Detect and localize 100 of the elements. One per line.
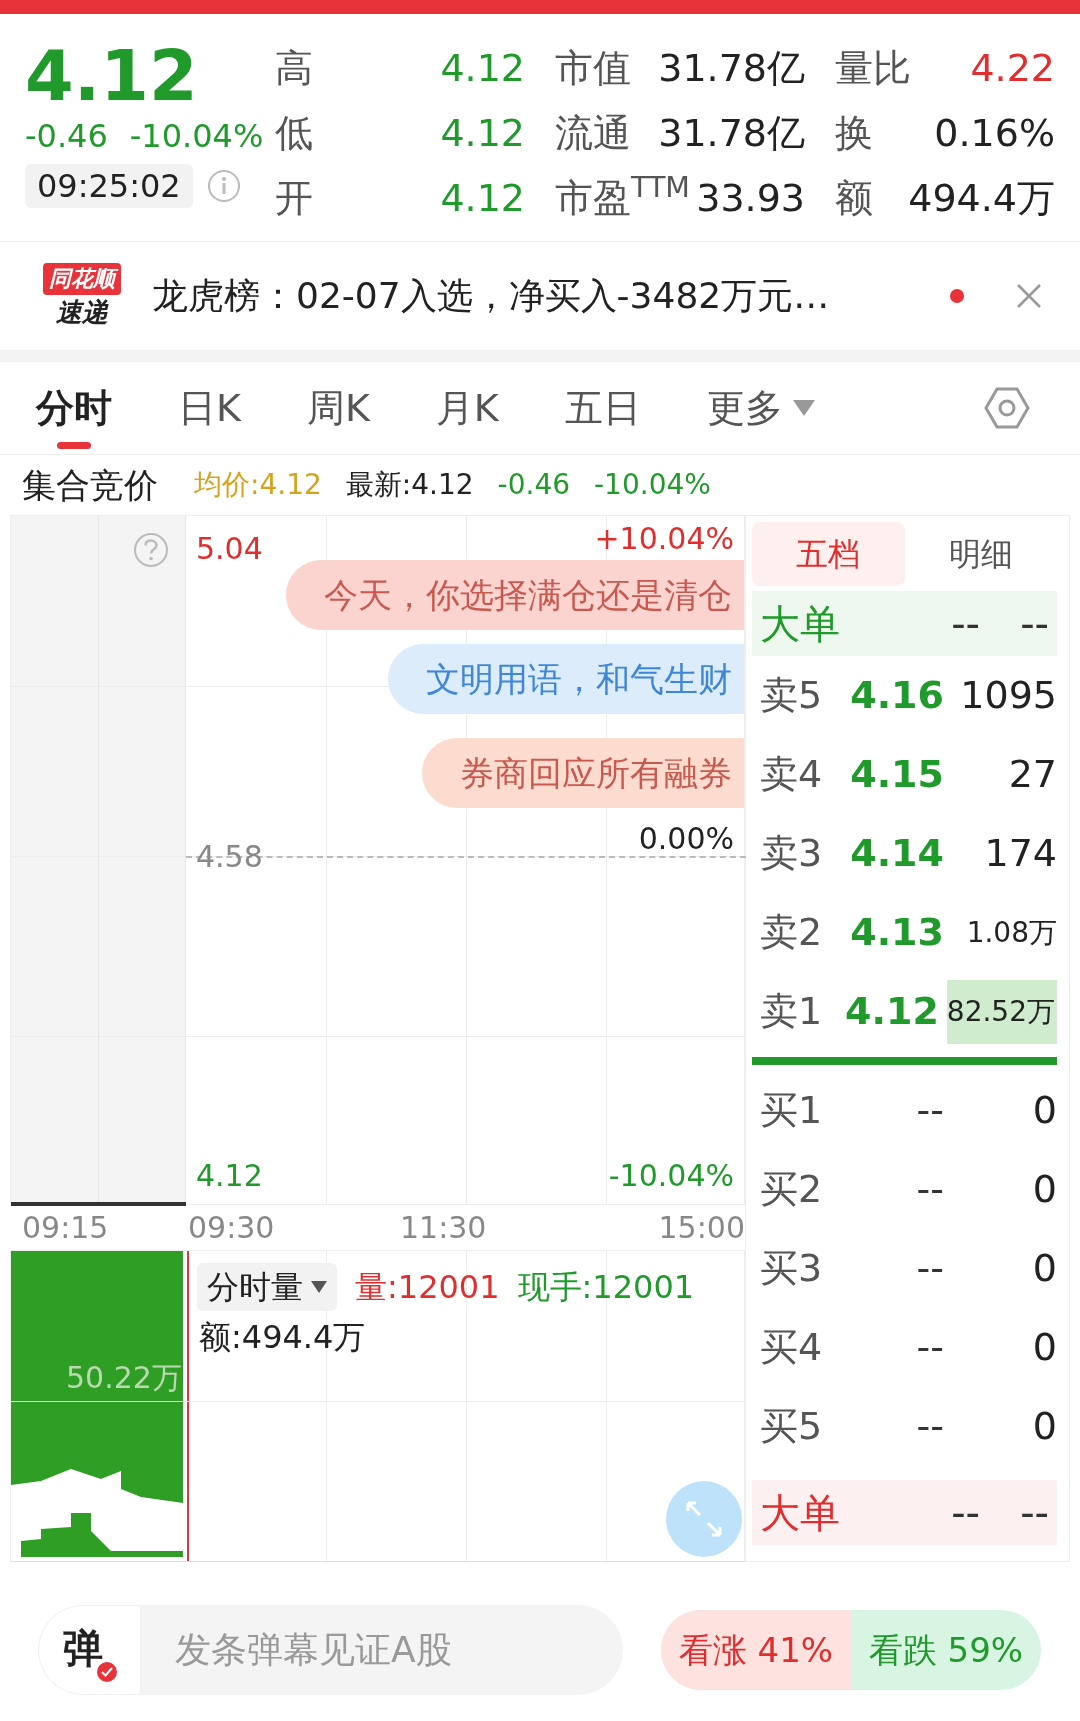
order-book-tab[interactable]: 明细: [904, 521, 1057, 586]
stat-label: 高: [275, 45, 313, 92]
row-label: 买1: [760, 1087, 824, 1134]
price-cell-text: 4.16: [849, 672, 944, 719]
volume-selector[interactable]: 分时量: [197, 1263, 337, 1311]
quote-figure: -0.46: [497, 467, 570, 503]
row-label: 买2: [760, 1166, 824, 1213]
stat-value: 4.12: [440, 110, 525, 157]
stat-label: 量比: [835, 45, 911, 92]
row-label: 大单: [760, 599, 841, 649]
stat-value: 31.78亿: [658, 110, 805, 157]
price-cell-text: --: [950, 1488, 980, 1538]
volume-cell-text: 0: [1031, 1166, 1057, 1213]
stat-label: 开: [275, 175, 313, 222]
row-label: 大单: [760, 1488, 841, 1538]
comment-input[interactable]: 发条弹幕见证A股: [141, 1623, 623, 1677]
row-label: 买5: [760, 1403, 824, 1450]
axis-price-label: 5.04: [196, 530, 263, 568]
expand-icon: [684, 1499, 724, 1539]
price-cell-text: 4.12: [844, 988, 939, 1035]
session-label: 集合竞价: [22, 463, 158, 507]
comment-bubble: 券商回应所有融券: [422, 738, 744, 808]
time-axis-label: 11:30: [400, 1209, 488, 1247]
comment-bubble: 文明用语，和气生财: [388, 644, 744, 714]
quote-figure: 最新:4.12: [345, 467, 474, 503]
price-cell-text: 4.14: [849, 830, 944, 877]
order-book-tab[interactable]: 五档: [752, 521, 905, 586]
volume-cell-text: --: [1019, 1488, 1049, 1538]
stat-label: 市值: [555, 45, 631, 92]
row-label: 卖1: [760, 988, 824, 1035]
volume-cell-text: 1.08万: [965, 914, 1057, 951]
chart-tab[interactable]: 周K: [306, 361, 370, 455]
current-hand-figure: 现手:12001: [517, 1267, 695, 1308]
quote-figure: -10.04%: [594, 467, 711, 503]
price-cell-text: --: [915, 1324, 944, 1371]
quote-time: 09:25:02: [25, 164, 193, 208]
volume-cell-text: --: [1019, 599, 1049, 649]
stat-value: 4.12: [440, 175, 525, 222]
volume-cell-text: 1095: [959, 672, 1057, 719]
price-cell-text: --: [915, 1087, 944, 1134]
chart-tab[interactable]: 月K: [435, 361, 499, 455]
price-change: -0.46: [25, 116, 108, 156]
row-label: 卖2: [760, 909, 824, 956]
row-label: 卖3: [760, 830, 824, 877]
stat-value: 494.4万: [908, 175, 1055, 222]
stat-label: 低: [275, 110, 313, 157]
volume-cell-text: 174: [983, 830, 1057, 877]
comment-bubble: 今天，你选择满仓还是清仓: [286, 560, 744, 630]
price-cell-text: 4.13: [849, 909, 944, 956]
stat-value: 33.93: [696, 175, 805, 222]
axis-percent-label: 0.00%: [638, 820, 734, 858]
news-headline[interactable]: 龙虎榜：02-07入选，净买入-3482万元…: [152, 269, 924, 323]
price-cell-text: --: [915, 1245, 944, 1292]
stat-label: 额: [835, 175, 873, 222]
volume-cell-text: 0: [1031, 1324, 1057, 1371]
axis-percent-label: +10.04%: [594, 520, 734, 558]
info-icon[interactable]: [206, 169, 241, 203]
volume-cell-text: 0: [1031, 1087, 1057, 1134]
row-label: 卖4: [760, 751, 824, 798]
volume-cell-text: 0: [1031, 1245, 1057, 1292]
bullish-vote-button[interactable]: 看涨 41%: [661, 1610, 851, 1690]
time-axis-label: 09:30: [187, 1209, 276, 1247]
stat-label: 流通: [555, 110, 631, 157]
stat-value: 0.16%: [934, 110, 1055, 157]
quote-figure: 均价:4.12: [194, 467, 322, 503]
last-price: 4.12: [25, 36, 199, 116]
chart-tab[interactable]: 分时: [36, 361, 112, 455]
more-menu[interactable]: 更多: [706, 361, 815, 455]
logo-top-text: 同花顺: [43, 263, 121, 295]
volume-cell-text: 27: [1007, 751, 1057, 798]
stat-value: 4.12: [440, 45, 525, 92]
stat-label: 换: [835, 110, 873, 157]
chart-tab[interactable]: 日K: [178, 361, 241, 455]
price-cell-text: --: [950, 599, 980, 649]
caret-icon: [792, 400, 815, 416]
time-axis-label: 15:00: [657, 1209, 745, 1247]
volume-cell-text: 0: [1031, 1403, 1057, 1450]
axis-price-label: 4.12: [196, 1157, 263, 1195]
close-icon[interactable]: [1016, 283, 1042, 309]
volume-cell: 82.52万: [946, 979, 1057, 1044]
axis-percent-label: -10.04%: [608, 1157, 734, 1195]
time-axis-label: 09:15: [21, 1209, 110, 1247]
volume-axis-label: 50.22万: [66, 1359, 182, 1397]
change-percent: -10.04%: [129, 116, 264, 156]
row-label: 卖5: [760, 672, 824, 719]
settings-icon[interactable]: [984, 385, 1030, 431]
axis-price-label: 4.58: [196, 838, 263, 876]
volume-figure: 量:12001: [355, 1267, 500, 1308]
logo-bottom-text: 速递: [56, 296, 108, 329]
chart-tab[interactable]: 五日: [564, 361, 641, 455]
stat-value: 4.22: [970, 45, 1055, 92]
amount-figure: 额:494.4万: [199, 1317, 366, 1358]
price-cell-text: --: [915, 1403, 944, 1450]
caret-icon: [311, 1281, 327, 1293]
price-cell-text: 4.15: [849, 751, 944, 798]
help-icon[interactable]: [133, 532, 169, 568]
stat-label: 市盈$^{TTM}$: [555, 170, 690, 222]
comment-field[interactable]: 弹 发条弹幕见证A股: [38, 1605, 623, 1695]
stat-value: 31.78亿: [658, 45, 805, 92]
row-label: 买3: [760, 1245, 824, 1292]
